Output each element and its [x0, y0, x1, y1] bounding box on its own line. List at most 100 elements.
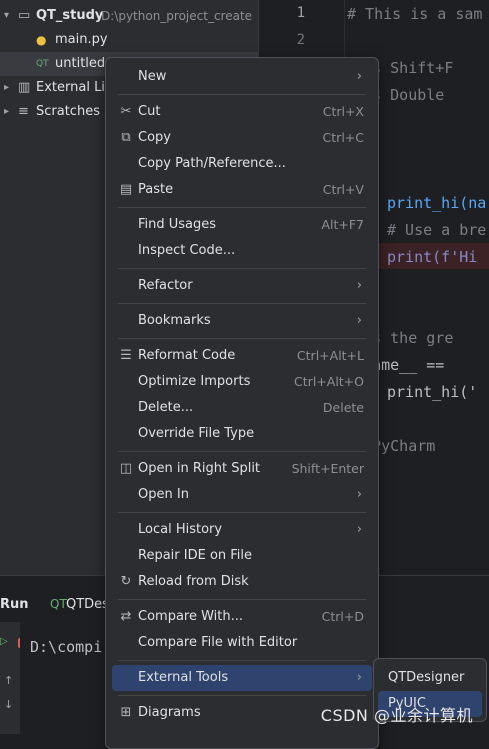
root-folder-path: D:\python_project_create — [101, 9, 253, 23]
menu-item-shortcut: Alt+F7 — [321, 217, 364, 232]
reformat-icon: ☰ — [120, 348, 132, 363]
menu-item-label: Refactor — [138, 278, 193, 293]
menu-separator — [118, 695, 366, 696]
menu-item-label: Delete... — [138, 400, 194, 415]
menu-item-shortcut: Ctrl+D — [321, 609, 364, 624]
scroll-up-icon[interactable]: ↑ — [4, 674, 13, 687]
chevron-right-icon: › — [356, 487, 362, 502]
code-line: print_hi(' — [387, 383, 478, 401]
chevron-down-icon[interactable]: ▾ — [4, 4, 9, 28]
scissors-icon: ✂ — [120, 104, 132, 119]
menu-item-label: Open in Right Split — [138, 461, 261, 476]
menu-item-shortcut: Ctrl+C — [322, 130, 364, 145]
menu-item-label: Reload from Disk — [138, 574, 249, 589]
code-line: # This is a sam — [347, 5, 483, 23]
menu-item-bookmarks[interactable]: Bookmarks › — [112, 308, 372, 334]
menu-item-paste[interactable]: ▤ Paste Ctrl+V — [112, 177, 372, 203]
menu-separator — [118, 303, 366, 304]
menu-item-label: Copy — [138, 130, 171, 145]
menu-separator — [118, 512, 366, 513]
menu-item-copy[interactable]: ⧉ Copy Ctrl+C — [112, 125, 372, 151]
menu-item-optimize-imports[interactable]: Optimize Imports Ctrl+Alt+O — [112, 369, 372, 395]
menu-item-label: Reformat Code — [138, 348, 236, 363]
menu-item-delete[interactable]: Delete... Delete — [112, 395, 372, 421]
menu-item-new[interactable]: New › — [112, 64, 372, 90]
menu-item-reload-from-disk[interactable]: ↻ Reload from Disk — [112, 569, 372, 595]
run-tabs: Run QT QTDes — [0, 590, 109, 622]
menu-item-open-in[interactable]: Open In › — [112, 482, 372, 508]
menu-item-repair-ide[interactable]: Repair IDE on File — [112, 543, 372, 569]
menu-item-external-tools[interactable]: External Tools › — [112, 665, 372, 691]
line-number: 1 — [296, 5, 305, 21]
menu-item-label: Optimize Imports — [138, 374, 251, 389]
menu-item-refactor[interactable]: Refactor › — [112, 273, 372, 299]
rerun-icon[interactable]: ▷ — [0, 636, 8, 647]
chevron-right-icon: › — [356, 522, 362, 537]
menu-item-label: Copy Path/Reference... — [138, 156, 286, 171]
menu-item-shortcut: Shift+Enter — [291, 461, 364, 476]
code-line: print_hi(na — [387, 194, 487, 212]
chevron-right-icon[interactable]: ▸ — [4, 76, 9, 100]
menu-item-label: Repair IDE on File — [138, 548, 253, 563]
menu-separator — [118, 451, 366, 452]
menu-item-inspect-code[interactable]: Inspect Code... — [112, 238, 372, 264]
chevron-right-icon: › — [356, 278, 362, 293]
qt-file-icon: QT — [36, 59, 49, 69]
menu-item-cut[interactable]: ✂ Cut Ctrl+X — [112, 99, 372, 125]
menu-item-local-history[interactable]: Local History › — [112, 517, 372, 543]
menu-item-label: Bookmarks — [138, 313, 211, 328]
menu-item-label: Compare File with Editor — [138, 635, 298, 650]
submenu-item-qtdesigner[interactable]: QTDesigner — [378, 665, 482, 691]
menu-item-shortcut: Delete — [322, 400, 364, 415]
menu-separator — [118, 94, 366, 95]
menu-item-label: Cut — [138, 104, 161, 119]
menu-separator — [118, 268, 366, 269]
menu-item-label: Inspect Code... — [138, 243, 236, 258]
reload-icon: ↻ — [120, 574, 132, 589]
code-line: print(f'Hi — [387, 248, 478, 266]
tab-run[interactable]: Run — [0, 597, 29, 612]
menu-item-find-usages[interactable]: Find Usages Alt+F7 — [112, 212, 372, 238]
qt-file-icon: QT — [50, 597, 67, 611]
menu-item-label: Compare With... — [138, 609, 244, 624]
chevron-right-icon[interactable]: ▸ — [4, 100, 9, 124]
menu-item-reformat-code[interactable]: ☰ Reformat Code Ctrl+Alt+L — [112, 343, 372, 369]
menu-separator — [118, 599, 366, 600]
folder-icon: ▭ — [18, 8, 31, 23]
menu-item-label: Override File Type — [138, 426, 255, 441]
scroll-down-icon[interactable]: ↓ — [4, 698, 13, 711]
menu-item-label: Open In — [138, 487, 189, 502]
code-line: # Use a bre — [387, 221, 487, 239]
menu-item-label: Local History — [138, 522, 223, 537]
menu-separator — [118, 338, 366, 339]
tree-item-root[interactable]: ▾ ▭ QT_study D:\python_project_create — [0, 4, 258, 28]
menu-item-compare-file-editor[interactable]: Compare File with Editor — [112, 630, 372, 656]
menu-item-label: Paste — [138, 182, 174, 197]
scratches-icon: ≡ — [18, 104, 29, 119]
menu-item-open-right-split[interactable]: ◫ Open in Right Split Shift+Enter — [112, 456, 372, 482]
copy-icon: ⧉ — [121, 130, 131, 145]
compare-icon: ⇄ — [120, 609, 132, 624]
submenu-item-label: QTDesigner — [388, 670, 465, 685]
menu-item-label: Find Usages — [138, 217, 217, 232]
menu-item-compare-with[interactable]: ⇄ Compare With... Ctrl+D — [112, 604, 372, 630]
menu-item-shortcut: Ctrl+Alt+L — [296, 348, 364, 363]
paste-icon: ▤ — [119, 182, 133, 197]
file-label: main.py — [55, 32, 108, 47]
menu-separator — [118, 207, 366, 208]
python-file-icon: ● — [36, 33, 47, 47]
menu-item-shortcut: Ctrl+V — [322, 182, 364, 197]
split-icon: ◫ — [119, 461, 133, 476]
menu-item-copy-path[interactable]: Copy Path/Reference... — [112, 151, 372, 177]
menu-item-label: External Tools — [138, 670, 229, 685]
chevron-right-icon: › — [356, 69, 362, 84]
tab-qtdesigner[interactable]: QTDes — [66, 597, 109, 612]
menu-separator — [118, 660, 366, 661]
menu-item-override-file-type[interactable]: Override File Type — [112, 421, 372, 447]
line-number: 2 — [296, 32, 305, 48]
menu-item-shortcut: Ctrl+Alt+O — [294, 374, 364, 389]
tree-item-main-py[interactable]: ● main.py — [0, 28, 258, 52]
run-toolbar: ▷ ↑ ↓ — [0, 622, 28, 734]
chevron-right-icon: › — [356, 670, 362, 685]
watermark: CSDN @业余计算机 — [320, 706, 473, 725]
